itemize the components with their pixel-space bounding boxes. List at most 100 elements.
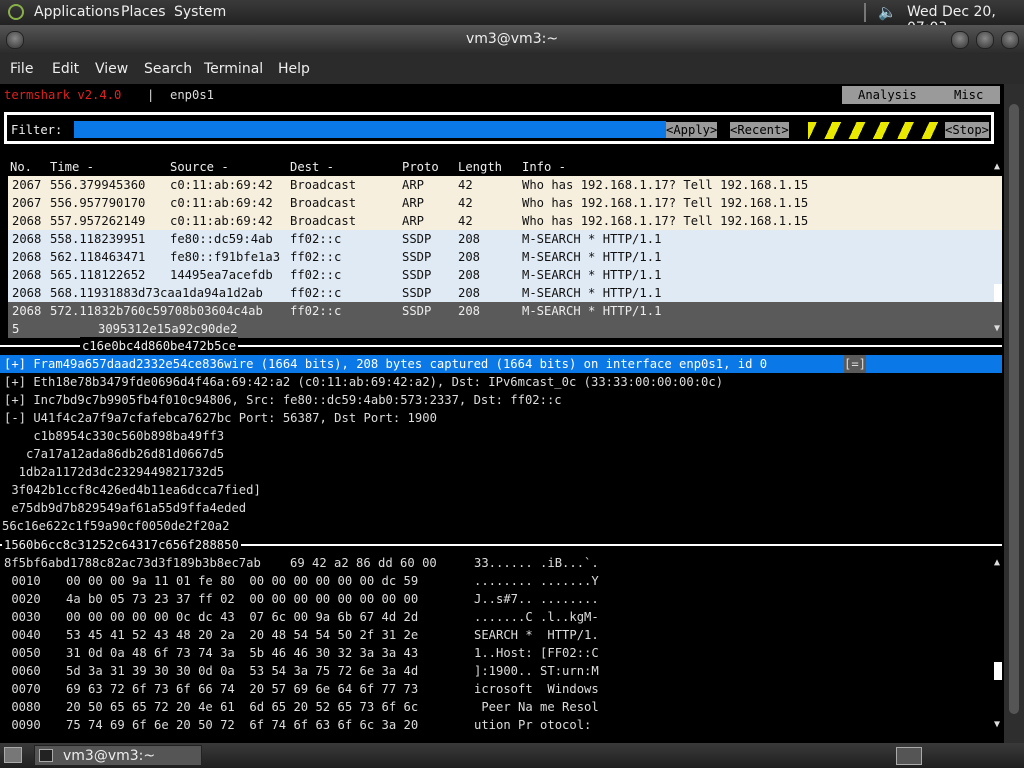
hex-ascii[interactable]: 1..Host: [FF02::C xyxy=(474,644,599,662)
cell-dest: Broadcast xyxy=(290,214,357,228)
hex-bytes[interactable]: 53 45 41 52 43 48 20 2a 20 48 54 54 50 2… xyxy=(66,626,418,644)
hex-ascii[interactable]: Peer Na me Resol xyxy=(474,698,598,716)
col-dest[interactable]: Dest - xyxy=(290,158,334,176)
close-button[interactable] xyxy=(1001,31,1019,49)
taskbar-item[interactable]: vm3@vm3:~ xyxy=(34,745,202,766)
col-no[interactable]: No. xyxy=(10,158,32,176)
stop-button[interactable]: <Stop> xyxy=(945,122,990,138)
packet-row[interactable]: 2068 562.118463471 fe80::f91bfe1a3 ff02:… xyxy=(8,248,1002,266)
terminal-icon xyxy=(39,749,53,762)
col-info[interactable]: Info - xyxy=(522,158,566,176)
hex-bytes[interactable]: 5d 3a 31 39 30 30 0d 0a 53 54 3a 75 72 6… xyxy=(66,662,418,680)
workspace-switcher[interactable] xyxy=(896,747,922,765)
cell-proto: SSDP xyxy=(402,268,432,282)
app-name: termshark v2.4.0 xyxy=(4,88,122,102)
detail-line[interactable]: e75db9d7b829549af61a55d9ffa4eded xyxy=(4,499,246,517)
cell-info: M-SEARCH * HTTP/1.1 xyxy=(522,250,662,264)
menu-file[interactable]: File xyxy=(10,61,33,77)
hex-ascii[interactable]: icrosoft Windows xyxy=(474,680,599,698)
tab-misc[interactable]: Misc xyxy=(954,86,983,104)
terminal-area[interactable]: termshark v2.4.0 | enp0s1 Analysis Misc … xyxy=(0,84,1004,743)
cell-info: M-SEARCH * HTTP/1.1 xyxy=(522,286,662,300)
cell-proto: SSDP xyxy=(402,304,432,318)
detail-line[interactable]: [-] U41f4c2a7f9a7cfafebca7627bc Port: 56… xyxy=(4,409,437,427)
hex-ascii[interactable]: 33...... .iB...`. xyxy=(474,554,599,572)
hex-bytes[interactable]: 4a b0 05 73 23 37 ff 02 00 00 00 00 00 0… xyxy=(66,590,418,608)
window-titlebar[interactable]: vm3@vm3:~ xyxy=(0,25,1024,54)
cell-length: 208 xyxy=(458,232,481,246)
menu-help[interactable]: Help xyxy=(278,61,310,77)
hex-bytes[interactable]: 20 50 65 65 72 20 4e 61 6d 65 20 52 65 7… xyxy=(66,698,418,716)
detail-line[interactable]: c1b8954c330c560b898ba49ff3 xyxy=(4,427,224,445)
detail-line[interactable]: 1db2a1172d3dc2329449821732d5 xyxy=(4,463,224,481)
hex-offset: 0080 xyxy=(4,700,41,714)
cell-info: Who has 192.168.1.17? Tell 192.168.1.15 xyxy=(522,196,809,210)
detail-line[interactable]: [+] Fram49a657daad2332e54ce836wire (1664… xyxy=(4,355,767,373)
packet-row[interactable]: 2068 558.118239951 fe80::dc59:4ab ff02::… xyxy=(8,230,1002,248)
show-desktop-icon[interactable] xyxy=(4,747,22,763)
menu-search[interactable]: Search xyxy=(144,61,192,77)
packet-scroll-up[interactable]: ▲ xyxy=(994,158,1000,176)
hex-bytes[interactable]: 00 00 00 00 00 0c dc 43 07 6c 00 9a 6b 6… xyxy=(66,608,418,626)
collapse-all-button[interactable]: [=] xyxy=(844,355,867,373)
divider-label: c16e0bc4d860be472b5ce xyxy=(80,337,239,355)
hex-scroll-up[interactable]: ▲ xyxy=(994,554,1000,572)
cell-proto: SSDP xyxy=(402,250,432,264)
menu-terminal[interactable]: Terminal xyxy=(204,61,263,77)
col-length[interactable]: Length xyxy=(458,158,502,176)
app-menu-icon[interactable] xyxy=(8,4,24,20)
cell-no: 2068 xyxy=(12,250,42,264)
hex-bytes[interactable]: 00 00 00 9a 11 01 fe 80 00 00 00 00 00 0… xyxy=(66,572,418,590)
hex-offset: 0090 xyxy=(4,718,41,732)
hex-scroll-thumb[interactable] xyxy=(994,662,1002,680)
hex-bytes[interactable]: 75 74 69 6f 6e 20 50 72 6f 74 6f 63 6f 6… xyxy=(66,716,418,734)
volume-icon[interactable]: 🔈 xyxy=(878,3,897,21)
hex-offset: 0040 xyxy=(4,628,41,642)
col-source[interactable]: Source - xyxy=(170,158,229,176)
col-proto[interactable]: Proto xyxy=(402,158,439,176)
detail-line[interactable]: [+] Eth18e78b3479fde0696d4f46a:69:42:a2 … xyxy=(4,373,723,391)
packet-row[interactable]: 2067 556.379945360 c0:11:ab:69:42 Broadc… xyxy=(8,176,1002,194)
cell-time: 556.957790170 xyxy=(50,196,146,210)
tab-analysis[interactable]: Analysis xyxy=(858,86,917,104)
hex-ascii[interactable]: J..s#7.. ........ xyxy=(474,590,599,608)
maximize-button[interactable] xyxy=(976,31,994,49)
packet-row[interactable]: 2068 557.957262149 c0:11:ab:69:42 Broadc… xyxy=(8,212,1002,230)
menu-system[interactable]: System xyxy=(174,4,226,20)
packet-scroll-down[interactable]: ▼ xyxy=(994,320,1000,338)
hex-ascii[interactable]: ]:1900.. ST:urn:M xyxy=(474,662,599,680)
menu-view[interactable]: View xyxy=(95,61,128,77)
hex-bytes[interactable]: 31 0d 0a 48 6f 73 74 3a 5b 46 46 30 32 3… xyxy=(66,644,418,662)
detail-line[interactable]: 56c16e622c1f59a90cf0050de2f20a2 xyxy=(2,517,229,535)
window-scroll-thumb[interactable] xyxy=(1009,104,1019,714)
packet-row[interactable]: 2068 565.118122652 14495ea7acefdb ff02::… xyxy=(8,266,1002,284)
packet-scroll-thumb[interactable] xyxy=(994,284,1002,302)
detail-line[interactable]: 3f042b1ccf8c426ed4b11ea6dcca7fied] xyxy=(4,481,260,499)
menu-applications[interactable]: Applications xyxy=(34,4,120,20)
hex-ascii[interactable]: SEARCH * HTTP/1. xyxy=(474,626,599,644)
packet-row-selected[interactable]: 2068 572.11832b760c59708b03604c4ab ff02:… xyxy=(8,302,1002,338)
detail-line[interactable]: c7a17a12ada86db26d81d0667d5 xyxy=(4,445,224,463)
minimize-button[interactable] xyxy=(951,31,969,49)
hex-bytes[interactable]: 69 42 a2 86 dd 60 00 xyxy=(290,554,437,572)
packet-row[interactable]: 2067 556.957790170 c0:11:ab:69:42 Broadc… xyxy=(8,194,1002,212)
hex-bytes[interactable]: 69 63 72 6f 73 6f 66 74 20 57 69 6e 64 6… xyxy=(66,680,418,698)
col-time[interactable]: Time - xyxy=(50,158,94,176)
cell-source: 14495ea7acefdb xyxy=(170,268,273,282)
hex-offset: 0070 xyxy=(4,682,41,696)
packet-row[interactable]: 2068 568.11931883d73caa1da94a1d2ab ff02:… xyxy=(8,284,1002,302)
filter-input[interactable] xyxy=(74,121,666,138)
recent-button[interactable]: <Recent> xyxy=(730,122,789,138)
hex-ascii[interactable]: .......C .l..kgM- xyxy=(474,608,599,626)
cell-info: Who has 192.168.1.17? Tell 192.168.1.15 xyxy=(522,178,809,192)
detail-line[interactable]: [+] Inc7bd9c7b9905fb4f010c94806, Src: fe… xyxy=(4,391,562,409)
cell-dest: ff02::c xyxy=(290,250,342,264)
menu-places[interactable]: Places xyxy=(121,4,166,20)
apply-button[interactable]: <Apply> xyxy=(666,122,718,138)
menu-edit[interactable]: Edit xyxy=(52,61,79,77)
cell-length: 208 xyxy=(458,304,481,318)
hex-ascii[interactable]: ution Pr otocol: xyxy=(474,716,591,734)
hex-ascii[interactable]: ........ .......Y xyxy=(474,572,599,590)
window-scrollbar[interactable] xyxy=(1004,84,1024,743)
hex-scroll-down[interactable]: ▼ xyxy=(994,716,1000,734)
